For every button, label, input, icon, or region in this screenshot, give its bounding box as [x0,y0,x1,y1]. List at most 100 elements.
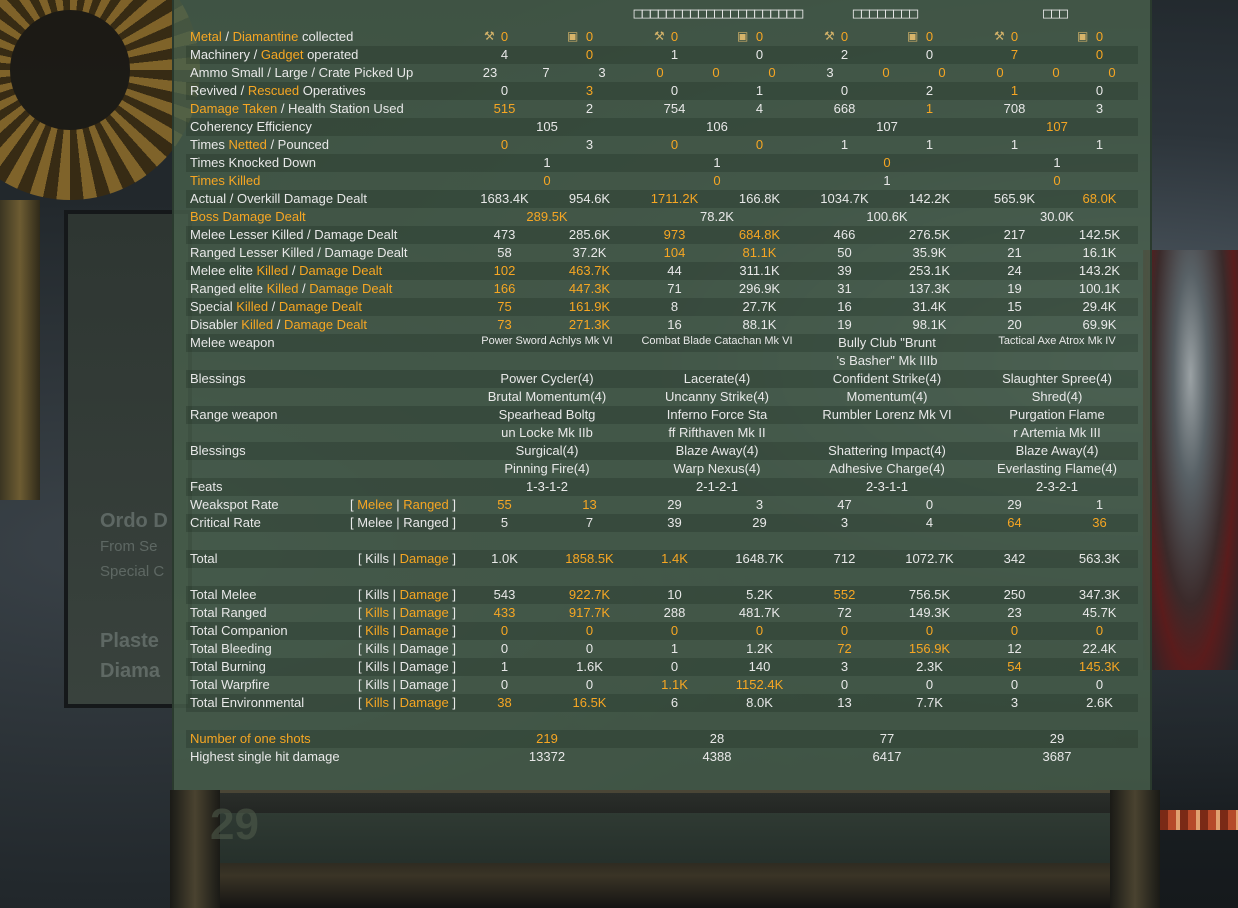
stat-value: 3 [585,83,594,98]
stat-value: 47 [837,497,852,512]
stat-value: 1.2K [746,641,773,656]
stat-label-part: Damage Dealt [299,263,383,278]
stat-label-part: Blessings [190,371,246,386]
stat-label-part: Total Warpfire [190,677,270,692]
stat-row: Total [ Kills | Damage ] 1.0K 1858.5K 1.4K 16… [186,550,1138,568]
group-label-part: ] [448,605,456,620]
stat-value: 0 [543,173,551,188]
stat-value: 0 [1010,29,1019,44]
stat-value: 0 [585,641,594,656]
stat-value: 29 [1049,731,1065,746]
stat-value: 0 [500,83,509,98]
player-header-row: □□□□□□□□□□□□□□□□□□□□□ □□□□□□□□ □□□ [186,0,1138,28]
stat-label-part: Ammo Small / Large / Crate Picked Up [190,65,414,80]
stat-value: 55 [497,497,512,512]
stat-value: 1 [713,155,721,170]
stat-label-part: Killed [256,263,289,278]
stat-value: 0 [670,83,679,98]
group-label-part: ] [448,623,456,638]
stat-value: Power Sword Achlys Mk VI [481,335,613,347]
group-label-part: Ranged [403,497,449,512]
stat-label: Total Burning [190,659,266,674]
stat-value: 166.8K [738,191,781,206]
stat-value: 50 [837,245,852,260]
stat-value: 3687 [1042,749,1072,764]
stat-label: Special Killed / Damage Dealt [190,299,362,314]
stat-row: Times Netted / Pounced 0 3 0 0 1 1 1 1 [186,136,1138,154]
stat-value: 7.7K [916,695,943,710]
stat-label: Times Knocked Down [190,155,316,170]
stat-value: 3 [585,137,594,152]
stat-row: Blessings Surgical(4) Blaze Away(4) Shatter… [186,442,1138,460]
stat-value: 565.9K [993,191,1036,206]
stat-label-part: Total Bleeding [190,641,272,656]
stat-value: 0 [585,623,594,638]
stat-value: 16 [837,299,852,314]
stat-row [186,532,1138,550]
stat-value: 15 [1007,299,1022,314]
stat-label: Blessings [190,443,246,458]
stat-label-part: / [268,299,279,314]
stat-label-part: Boss Damage Dealt [190,209,306,224]
stat-value: Confident Strike(4) [832,371,942,386]
stat-value: 2.6K [1086,695,1113,710]
stat-value: 31 [837,281,852,296]
stat-label-part: Damage Dealt [278,299,362,314]
stat-value: 0 [925,497,934,512]
stat-value: 3 [826,65,834,80]
stat-value: 0 [1095,83,1104,98]
stat-value: 289.5K [526,209,568,224]
group-label-part: | [389,605,400,620]
group-label-part: Damage [399,551,449,566]
stat-value: 276.5K [908,227,951,242]
stat-value: 0 [1108,65,1116,80]
stat-value: 0 [925,29,934,44]
stat-group-label: [ Kills | Damage ] [358,623,456,638]
stat-value: 143.2K [1078,263,1121,278]
crate-icon: ▣ [1077,29,1089,43]
stat-label-part: Times Killed [190,173,261,188]
stat-value: 1683.4K [480,191,529,206]
stat-value: 72 [837,641,852,656]
stat-row: Melee Lesser Killed / Damage Dealt 473 285… [186,226,1138,244]
stat-row: Total Bleeding [ Kills | Damage ] 0 0 1 1.2K 7… [186,640,1138,658]
stat-value: 27.7K [742,299,777,314]
stat-value: 31.4K [912,299,947,314]
stat-value: 1.1K [661,677,688,692]
stat-value: 1 [883,173,891,188]
stat-value: 2-3-1-1 [866,479,908,494]
stat-label: Ranged Lesser Killed / Damage Dealt [190,245,408,260]
stat-value: 19 [1007,281,1022,296]
stat-value: 552 [833,587,856,602]
stat-value: 29.4K [1082,299,1117,314]
stat-label: Total Environmental [190,695,304,710]
stat-value: 0 [925,623,934,638]
player-name-3: □□□□□□□□ [852,4,918,22]
stat-value: 0 [1010,623,1019,638]
stat-value: 285.6K [568,227,611,242]
stat-value: Spearhead Boltg [498,407,596,422]
stat-value: 0 [585,29,594,44]
background-score: 29 [210,800,259,849]
stat-value: 463.7K [568,263,611,278]
stat-label-part: Total Ranged [190,605,267,620]
player-name-2: □□□□□□□□□□□□□□□□□□□□□ [633,4,804,22]
stat-value: Momentum(4) [846,389,928,404]
stat-row: Total Companion [ Kills | Damage ] 0 0 0 0 0 0 0… [186,622,1138,640]
stat-group-label: [ Kills | Damage ] [358,677,456,692]
stat-value: 0 [883,155,891,170]
stat-label-part: / Health Station Used [277,101,404,116]
stat-row: Pinning Fire(4) Warp Nexus(4) Adhesive Cha… [186,460,1138,478]
stat-value: 149.3K [908,605,951,620]
stat-value: 38 [497,695,512,710]
stat-value: 1 [925,101,934,116]
stat-label-part: Feats [190,479,223,494]
stat-value: 19 [837,317,852,332]
stat-value: 342 [1003,551,1026,566]
stat-row: Total Burning [ Kills | Damage ] 1 1.6K 0 140… [186,658,1138,676]
stat-label-part: Rescued [247,83,300,98]
stat-value: 2 [840,47,849,62]
stat-value: 0 [1095,623,1104,638]
stat-value: 8.0K [746,695,773,710]
stat-value: 4 [755,101,764,116]
